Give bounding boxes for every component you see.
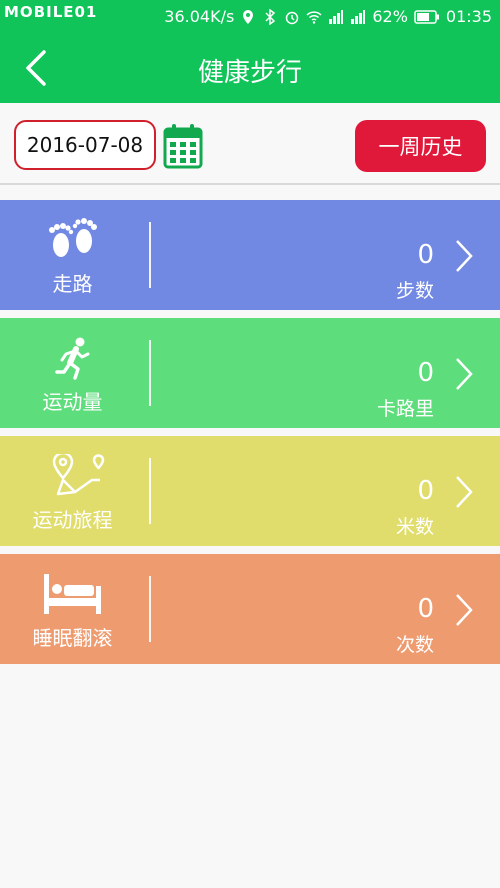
card-label: 睡眠翻滚 [32,626,113,650]
card-label: 运动量 [42,390,103,414]
footprints-icon [49,218,97,257]
battery-icon [414,9,439,24]
chevron-right-icon [456,240,473,272]
card-value: 0 [417,240,434,270]
distance-card[interactable]: 运动旅程 0 米数 [0,436,500,546]
card-unit: 步数 [395,280,434,302]
exercise-card[interactable]: 运动量 0 卡路里 [0,318,500,428]
walk-card[interactable]: 走路 0 步数 [0,200,500,310]
chevron-right-icon [456,476,473,508]
divider [149,222,151,288]
week-history-button[interactable]: 一周历史 [355,120,486,172]
carrier-logo: MOBILE01 [4,3,98,21]
card-value: 0 [417,358,434,388]
route-pin-icon [52,454,105,496]
network-speed: 36.04K/s [164,7,235,26]
card-value: 0 [417,594,434,624]
chevron-right-icon [456,358,473,390]
status-bar: MOBILE01 36.04K/s 62% 01:35 [0,0,500,34]
app-bar: 健康步行 [0,34,500,103]
card-unit: 米数 [395,516,434,538]
card-label: 运动旅程 [32,508,113,532]
bed-icon [44,574,101,614]
location-icon [243,9,254,24]
calendar-icon[interactable] [163,123,203,169]
signal-icon-2 [351,9,366,24]
wifi-icon [306,10,322,24]
divider [149,340,151,406]
battery-percent: 62% [372,7,408,26]
card-unit: 次数 [395,634,434,656]
runner-icon [55,337,90,380]
sleep-card[interactable]: 睡眠翻滚 0 次数 [0,554,500,664]
alarm-icon [286,11,299,24]
signal-icon-1 [329,9,344,24]
card-label: 走路 [52,272,93,296]
card-unit: 卡路里 [376,398,434,420]
page-title: 健康步行 [197,58,302,88]
date-field[interactable]: 2016-07-08 [14,120,156,170]
bluetooth-icon [265,8,276,25]
chevron-right-icon [456,594,473,626]
divider [149,458,151,524]
clock-time: 01:35 [445,7,492,26]
card-value: 0 [417,476,434,506]
date-bar: 2016-07-08 一周历史 [0,103,500,185]
divider [149,576,151,642]
